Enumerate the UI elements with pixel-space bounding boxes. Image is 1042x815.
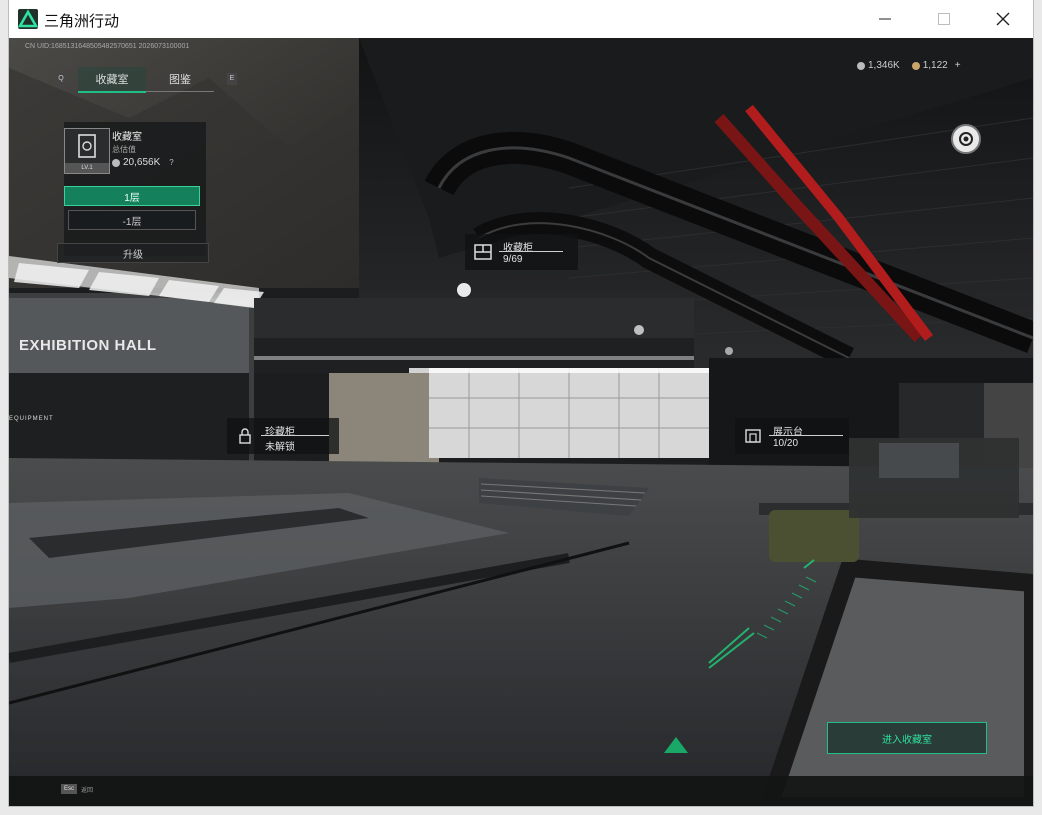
esc-key: Esc: [61, 784, 78, 794]
total-value-amount: 20,656K: [123, 157, 161, 168]
coin-icon: [857, 61, 865, 70]
currency-item: 1,122 +: [911, 60, 961, 71]
minimize-icon: [879, 18, 891, 20]
currency-value: 1,122: [922, 60, 948, 71]
title-bar: 三角洲行动: [9, 0, 1033, 38]
prev-tab-key[interactable]: Q: [56, 73, 66, 85]
treasure-status: 未解锁: [265, 442, 295, 453]
coin-icon: [112, 158, 120, 167]
cabinet-icon: [474, 244, 492, 260]
floor-minus1-button[interactable]: -1层: [68, 210, 196, 230]
room-level: LV.1: [65, 163, 109, 173]
room-name: 收藏室: [112, 132, 142, 143]
tab-catalog[interactable]: 图鉴: [146, 67, 214, 92]
tab-label: 收藏室: [95, 74, 129, 86]
currency-bar: 1,346K 1,122 +: [857, 60, 961, 71]
display-stand-count: 10/20: [773, 438, 799, 449]
next-tab-key[interactable]: E: [227, 73, 237, 85]
delta-force-logo-icon: [18, 9, 38, 29]
treasure-cabinet-marker[interactable]: 珍藏柜 未解锁: [227, 418, 339, 454]
total-value: 20,656K ?: [112, 157, 174, 168]
enter-button-label: 进入收藏室: [882, 734, 932, 746]
marker-divider: [261, 435, 329, 436]
cabinet-count: 9/69: [503, 254, 523, 265]
close-icon: [996, 12, 1010, 26]
esc-back-button[interactable]: Esc 返回: [61, 784, 93, 794]
marker-divider: [499, 251, 563, 252]
equipment-sign: EQUIPMENT: [9, 416, 54, 422]
collection-room-icon: [78, 134, 96, 158]
lock-icon: [239, 428, 251, 444]
currency-item: 1,346K: [857, 60, 900, 71]
close-button[interactable]: [973, 0, 1033, 38]
floor-label: 1层: [124, 192, 140, 204]
help-icon[interactable]: ?: [169, 158, 173, 167]
minimize-button[interactable]: [855, 0, 915, 38]
display-stand-marker[interactable]: 展示台 10/20: [735, 418, 849, 454]
display-stand-icon: [745, 429, 761, 443]
maximize-icon: [938, 13, 950, 25]
room-level-badge: LV.1: [64, 128, 110, 174]
game-scene[interactable]: EXHIBITION HALL EQUIPMENT CN UID:1685131…: [9, 38, 1033, 806]
total-value-label: 总估值: [112, 145, 136, 154]
maximize-button[interactable]: [914, 0, 974, 38]
currency-value: 1,346K: [868, 60, 900, 71]
enter-collection-room-button[interactable]: 进入收藏室: [827, 722, 987, 754]
camera-icon: [959, 132, 973, 146]
uid-text: CN UID:1685131648505482570651 2026073100…: [25, 43, 190, 50]
add-currency-button[interactable]: +: [955, 60, 961, 71]
window-title: 三角洲行动: [44, 13, 120, 30]
tab-collection-room[interactable]: 收藏室: [78, 67, 146, 93]
upgrade-label: 升级: [123, 249, 143, 261]
coin-icon: [911, 61, 920, 70]
exhibition-hall-sign: EXHIBITION HALL: [19, 337, 157, 354]
marker-divider: [769, 435, 843, 436]
upgrade-button[interactable]: 升级: [57, 243, 209, 263]
cabinet-marker[interactable]: 收藏柜 9/69: [465, 234, 578, 270]
forward-arrow-icon: [664, 737, 688, 753]
floor-1-button[interactable]: 1层: [64, 186, 200, 206]
tab-label: 图鉴: [169, 74, 191, 86]
camera-view-button[interactable]: [951, 124, 981, 154]
floor-label: -1层: [122, 216, 142, 228]
game-window: 三角洲行动 EXHIBITION HALL EQUIPMENT CN UID:1…: [9, 0, 1033, 806]
back-label: 返回: [81, 787, 94, 794]
